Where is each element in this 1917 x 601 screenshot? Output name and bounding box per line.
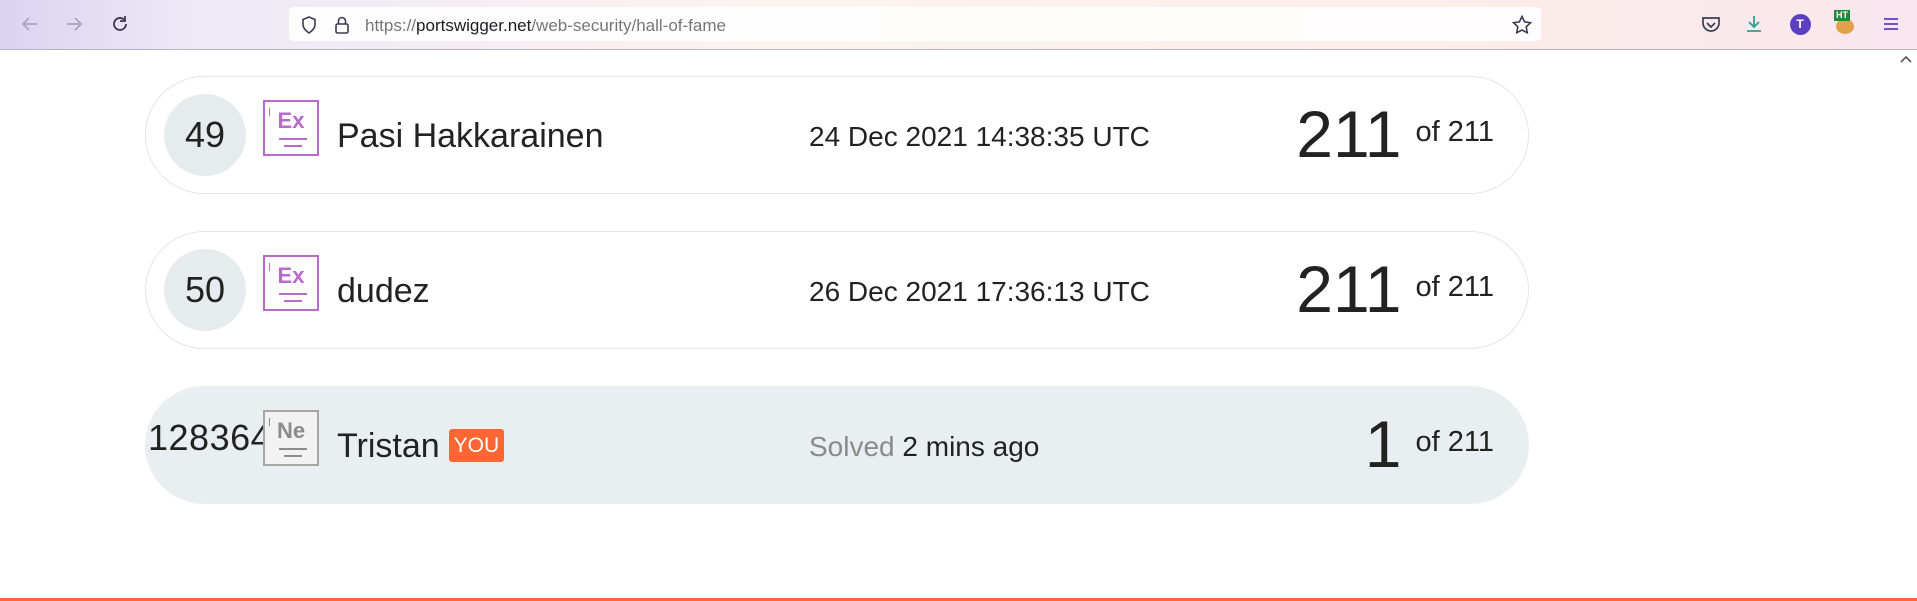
reload-icon <box>113 16 127 31</box>
expert-badge-icon: Ex <box>263 100 319 156</box>
player-name-text: Tristan <box>337 427 440 465</box>
avatar-initial: T <box>1796 17 1804 31</box>
shield-icon[interactable] <box>299 15 319 35</box>
url-scheme: https:// <box>365 16 417 35</box>
arrow-left-icon <box>21 17 37 31</box>
score: 1 of 211 <box>1365 409 1494 479</box>
pocket-button[interactable] <box>1697 10 1725 38</box>
lock-icon[interactable] <box>333 15 351 35</box>
player-name: Pasi Hakkarainen <box>337 117 604 155</box>
account-button[interactable]: T <box>1786 10 1814 38</box>
badge-symbol: Ex <box>277 263 305 288</box>
url-text[interactable]: https://portswigger.net/web-security/hal… <box>365 16 726 36</box>
score-total: of 211 <box>1415 271 1494 303</box>
score-value: 1 <box>1364 407 1402 481</box>
score-value: 211 <box>1296 97 1402 171</box>
solved-label: Solved <box>809 431 895 462</box>
address-bar[interactable]: https://portswigger.net/web-security/hal… <box>289 7 1541 41</box>
menu-button[interactable] <box>1877 10 1905 38</box>
rank-number: 50 <box>164 249 246 331</box>
extension-icon: HT <box>1834 10 1858 36</box>
back-button[interactable] <box>16 10 44 38</box>
url-host: portswigger.net <box>416 16 532 35</box>
solved-status: Solved 2 mins ago <box>809 431 1039 463</box>
expert-badge-icon: Ex <box>263 255 319 311</box>
score-total: of 211 <box>1415 116 1494 148</box>
avatar: T <box>1789 13 1811 35</box>
browser-toolbar: https://portswigger.net/web-security/hal… <box>0 0 1917 50</box>
you-badge: YOU <box>448 428 505 462</box>
hamburger-menu-icon <box>1884 18 1898 30</box>
extension-label: HT <box>1834 10 1850 21</box>
badge-symbol: Ex <box>277 108 305 133</box>
download-icon <box>1747 16 1761 32</box>
score: 211 of 211 <box>1296 99 1494 169</box>
score: 211 of 211 <box>1296 254 1494 324</box>
rank-number: 128364 <box>148 417 272 458</box>
pocket-icon <box>1702 17 1720 32</box>
completion-time: 24 Dec 2021 14:38:35 UTC <box>809 121 1150 152</box>
rank-number: 49 <box>164 94 246 176</box>
player-name: Tristan YOU <box>337 427 505 466</box>
star-bookmark-icon[interactable] <box>1511 14 1533 36</box>
player-name: dudez <box>337 272 430 310</box>
badge-symbol: Ne <box>276 418 306 443</box>
score-value: 211 <box>1296 252 1402 326</box>
forward-button[interactable] <box>60 10 88 38</box>
downloads-button[interactable] <box>1740 10 1768 38</box>
newcomer-badge-icon: Ne <box>263 410 319 466</box>
arrow-right-icon <box>67 17 83 31</box>
scroll-up-arrow-icon[interactable] <box>1899 52 1913 66</box>
solved-ago: 2 mins ago <box>902 431 1040 462</box>
current-user-row: 128364 Ne Tristan YOU Solved 2 mins ago 1… <box>145 386 1529 504</box>
reload-button[interactable] <box>106 10 134 38</box>
leaderboard-row: 50 Ex dudez 26 Dec 2021 17:36:13 UTC 211… <box>145 231 1529 349</box>
completion-time: 26 Dec 2021 17:36:13 UTC <box>809 276 1150 307</box>
leaderboard-row: 49 Ex Pasi Hakkarainen 24 Dec 2021 14:38… <box>145 76 1529 194</box>
url-path: /web-security/hall-of-fame <box>531 16 726 35</box>
extension-button[interactable]: HT <box>1832 10 1860 38</box>
score-total: of 211 <box>1415 426 1494 458</box>
